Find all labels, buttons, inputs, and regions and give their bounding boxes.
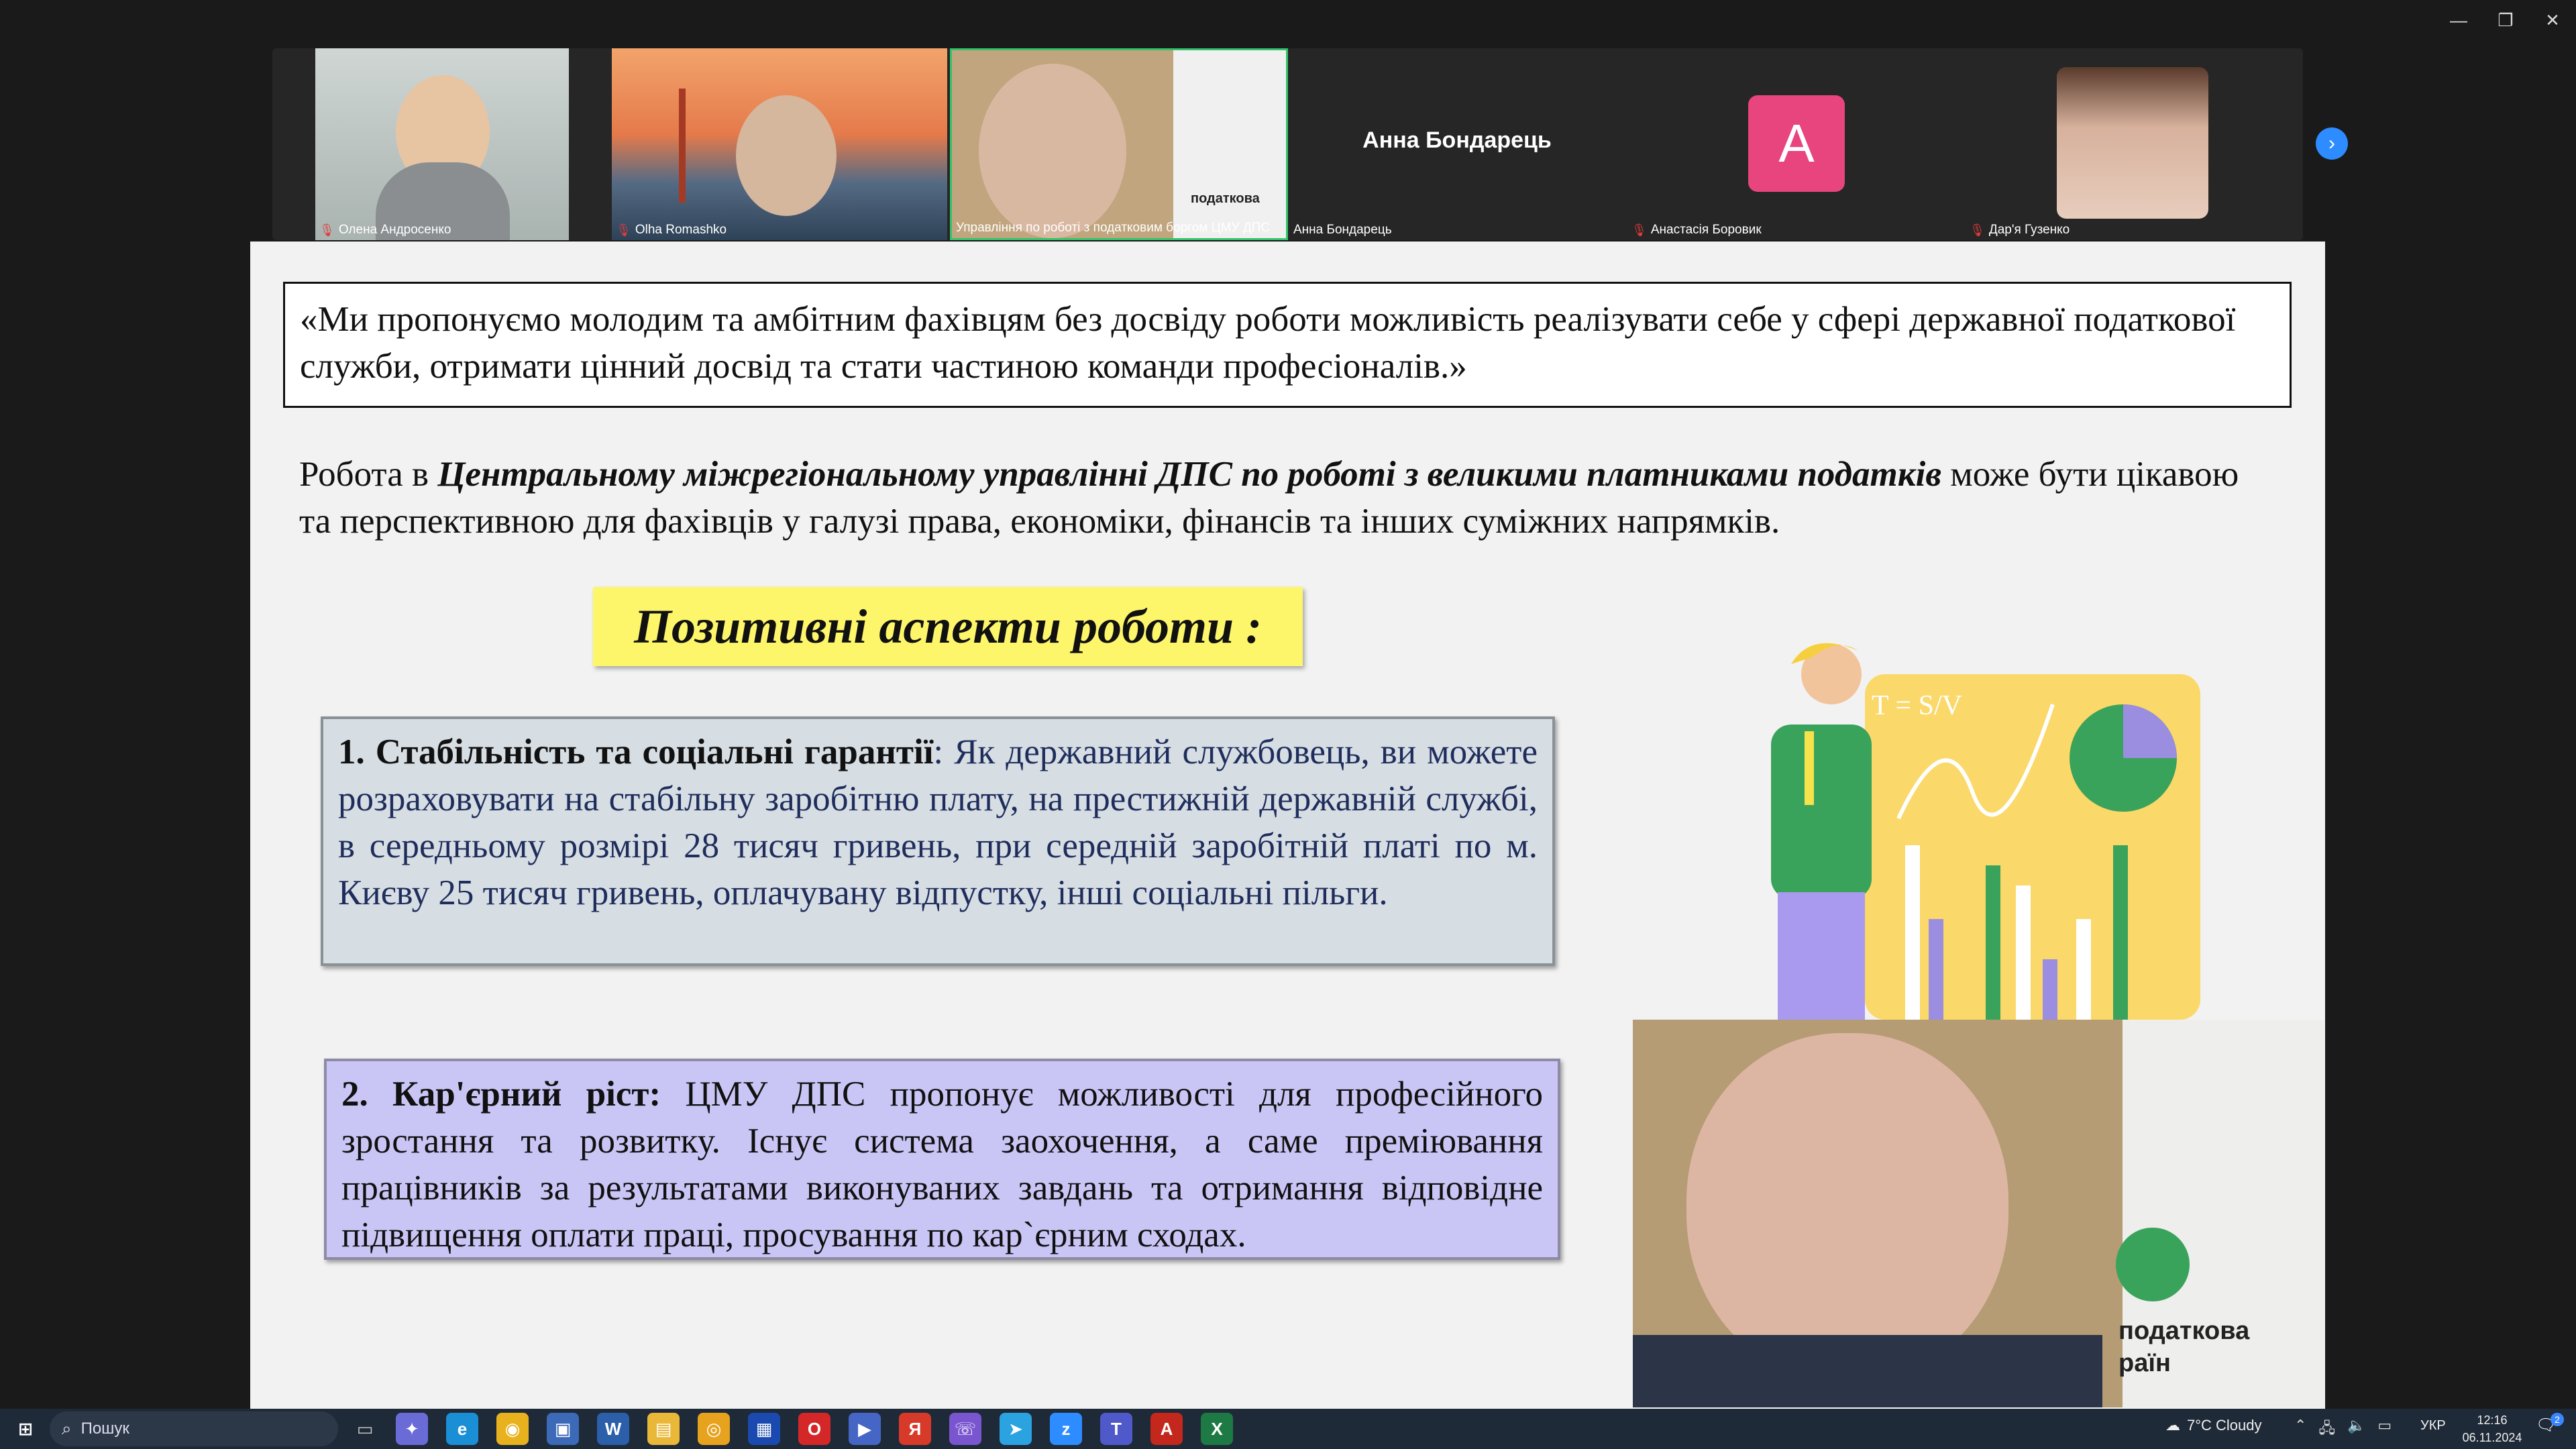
speaker-video[interactable]: податкова раїн [1633,1020,2324,1407]
clock[interactable]: 12:16 06.11.2024 [2455,1411,2529,1446]
avatar: A [1748,95,1845,192]
word-icon[interactable]: W [597,1413,629,1445]
notifications-button[interactable]: 🗨 2 [2536,1413,2564,1442]
acrobat-icon[interactable]: A [1150,1413,1183,1445]
logo-circle [2116,1228,2190,1301]
participant-name: Управління по роботі з податковим боргом… [956,221,1271,235]
slide-paragraph: Робота в Центральному міжрегіональному у… [299,455,2239,541]
participant-video [736,95,837,216]
start-button[interactable]: ⊞ [9,1413,42,1445]
copilot-icon[interactable]: ✦ [396,1413,428,1445]
mic-muted-icon: 🎙 [1970,223,1985,237]
teams-icon[interactable]: T [1100,1413,1132,1445]
calendar-icon[interactable]: ▦ [748,1413,780,1445]
app-icon[interactable]: ◎ [698,1413,730,1445]
system-tray[interactable]: ⌃ 🖧 🔈 ▭ [2294,1417,2392,1442]
restore-button[interactable]: ❐ [2482,0,2529,40]
bridge-graphic [679,89,686,203]
participant-name: 🎙 Олена Андросенко [319,223,451,237]
participant-video [979,64,1126,238]
search-icon: ⌕ [62,1418,72,1438]
app-icon[interactable]: ▣ [547,1413,579,1445]
speaker-face [1686,1033,2008,1382]
bg-text: податкова [1191,191,1260,206]
participant-tile[interactable]: 🎙 Олена Андросенко [315,48,569,240]
battery-icon: ▭ [2377,1417,2392,1434]
slide-quote: «Ми пропонуємо молодим та амбітним фахів… [283,282,2292,408]
chevron-right-icon: › [2328,132,2335,154]
participant-name: Анна Бондарець [1293,223,1392,237]
telegram-icon[interactable]: ➤ [1000,1413,1032,1445]
background-wall [1173,50,1286,238]
clock-date: 06.11.2024 [2462,1431,2522,1444]
presentation-illustration: T = S/V [1771,643,2200,1020]
task-view-icon[interactable]: ▭ [349,1413,381,1445]
svg-text:T = S/V: T = S/V [1872,690,1962,721]
mic-muted-icon: 🎙 [319,223,335,237]
minimize-button[interactable]: — [2435,0,2482,40]
participant-name: 🎙 Анастасія Боровик [1631,223,1762,237]
participant-tile[interactable]: A 🎙 Анастасія Боровик [1627,48,1963,240]
participant-display-name: Анна Бондарець [1362,127,1552,153]
avatar [2057,67,2208,219]
app-icon[interactable]: ▶ [849,1413,881,1445]
chevron-up-icon: ⌃ [2294,1417,2307,1434]
speaker-jacket [1633,1335,2102,1407]
next-page-button[interactable]: › [2316,127,2348,160]
viber-icon[interactable]: ☏ [949,1413,981,1445]
yandex-icon[interactable]: Я [899,1413,931,1445]
excel-icon[interactable]: X [1201,1413,1233,1445]
slide-heading: Позитивні аспекти роботи : [593,587,1303,666]
zoom-icon[interactable]: z [1050,1413,1082,1445]
participant-tile[interactable]: 🎙 Olha Romashko [612,48,947,240]
search-placeholder: Пошук [80,1419,129,1438]
network-icon: 🖧 [2318,1419,2335,1436]
volume-icon: 🔈 [2347,1417,2366,1434]
close-button[interactable]: ✕ [2529,0,2576,40]
language-indicator[interactable]: УКР [2420,1418,2446,1434]
weather-text: 7°C Cloudy [2187,1417,2262,1434]
file-explorer-icon[interactable]: ▤ [647,1413,680,1445]
edge-icon[interactable]: e [446,1413,478,1445]
weather-widget[interactable]: ☁ 7°C Cloudy [2165,1417,2262,1434]
clock-time: 12:16 [2477,1413,2508,1427]
mic-muted-icon: 🎙 [616,223,631,237]
benefit-box-career: 2. Кар'єрний ріст: ЦМУ ДПС пропонує можл… [324,1059,1560,1260]
mic-muted-icon: 🎙 [1631,223,1647,237]
benefit-box-stability: 1. Стабільність та соціальні гарантії: Я… [321,716,1555,966]
participant-tile[interactable]: Анна Бондарець Анна Бондарець [1289,48,1625,240]
bg-text: податкова раїн [2118,1317,2250,1377]
opera-icon[interactable]: O [798,1413,830,1445]
participant-tile-active[interactable]: податкова Управління по роботі з податко… [950,48,1288,240]
windows-icon: ⊞ [18,1418,33,1439]
participant-name: 🎙 Дар'я Гузенко [1970,223,2070,237]
participant-tile[interactable]: 🎙 Дар'я Гузенко [1966,48,2301,240]
search-box[interactable]: ⌕ Пошук [50,1411,338,1446]
weather-icon: ☁ [2165,1417,2180,1434]
chrome-icon[interactable]: ◉ [496,1413,529,1445]
participant-name: 🎙 Olha Romashko [616,223,727,237]
notification-badge: 2 [2551,1413,2564,1426]
